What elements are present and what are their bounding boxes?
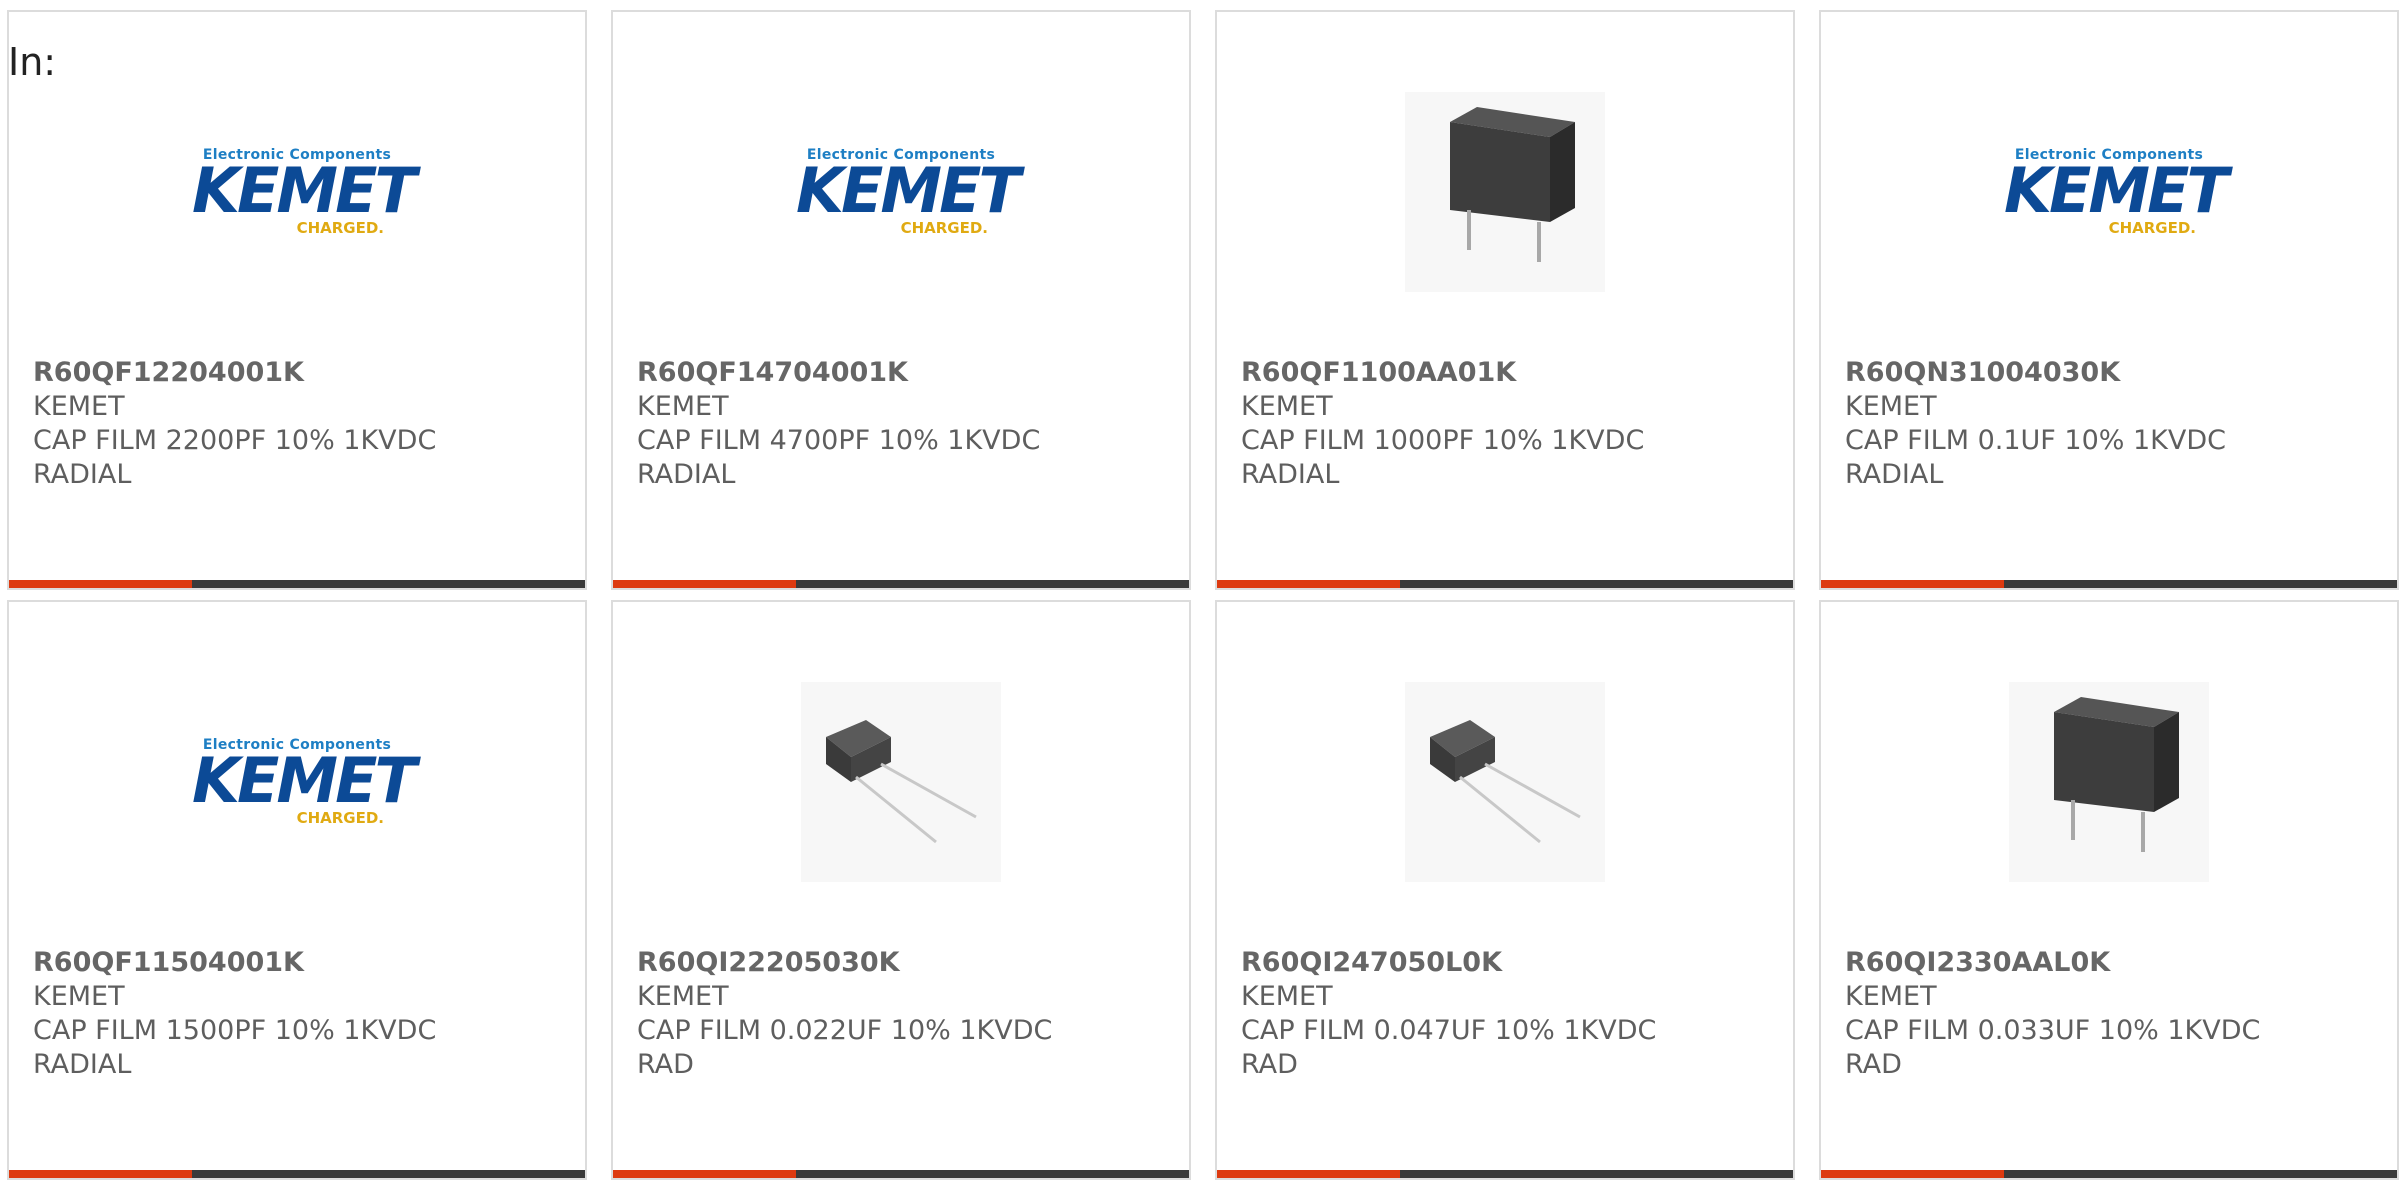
manufacturer: KEMET	[1241, 981, 1333, 1012]
description-cont: RAD	[637, 1049, 694, 1080]
product-image	[613, 672, 1189, 892]
description-cont: RADIAL	[33, 1049, 132, 1080]
product-image: Electronic Components KEMET CHARGED.	[9, 672, 585, 892]
card-footer-bar	[1217, 580, 1793, 588]
card-footer-bar	[613, 580, 1189, 588]
product-image: Electronic Components KEMET CHARGED.	[613, 82, 1189, 302]
manufacturer: KEMET	[33, 981, 125, 1012]
description: CAP FILM 0.033UF 10% 1KVDC	[1845, 1015, 2261, 1046]
manufacturer: KEMET	[637, 981, 729, 1012]
description: CAP FILM 0.1UF 10% 1KVDC	[1845, 425, 2227, 456]
description-cont: RAD	[1845, 1049, 1902, 1080]
product-card[interactable]: R60QI2330AAL0K KEMET CAP FILM 0.033UF 10…	[1819, 600, 2399, 1180]
part-number[interactable]: R60QI2330AAL0K	[1845, 946, 2377, 980]
product-card[interactable]: Electronic Components KEMET CHARGED. R60…	[1819, 10, 2399, 590]
description-cont: RAD	[1241, 1049, 1298, 1080]
card-footer-bar	[1821, 580, 2397, 588]
part-number[interactable]: R60QF14704001K	[637, 356, 1169, 390]
card-footer-bar	[1217, 1170, 1793, 1178]
card-footer-bar	[9, 1170, 585, 1178]
manufacturer: KEMET	[1241, 391, 1333, 422]
description: CAP FILM 1500PF 10% 1KVDC	[33, 1015, 437, 1046]
manufacturer: KEMET	[33, 391, 125, 422]
card-footer-bar	[1821, 1170, 2397, 1178]
description-cont: RADIAL	[637, 459, 736, 490]
description-cont: RADIAL	[33, 459, 132, 490]
product-card[interactable]: R60QI22205030K KEMET CAP FILM 0.022UF 10…	[611, 600, 1191, 1180]
description-cont: RADIAL	[1845, 459, 1944, 490]
product-image: Electronic Components KEMET CHARGED.	[9, 82, 585, 302]
description: CAP FILM 4700PF 10% 1KVDC	[637, 425, 1041, 456]
upright-capacitor-image	[1405, 92, 1605, 292]
description: CAP FILM 0.047UF 10% 1KVDC	[1241, 1015, 1657, 1046]
description: CAP FILM 1000PF 10% 1KVDC	[1241, 425, 1645, 456]
product-image	[1821, 672, 2397, 892]
product-card[interactable]: Electronic Components KEMET CHARGED. R60…	[611, 10, 1191, 590]
kemet-logo: Electronic Components KEMET CHARGED.	[796, 147, 1021, 237]
product-card[interactable]: Electronic Components KEMET CHARGED. R60…	[7, 600, 587, 1180]
product-card[interactable]: Electronic Components KEMET CHARGED. R60…	[7, 10, 587, 590]
tilted-capacitor-image	[801, 682, 1001, 882]
kemet-logo: Electronic Components KEMET CHARGED.	[192, 147, 417, 237]
card-footer-bar	[9, 580, 585, 588]
kemet-logo: Electronic Components KEMET CHARGED.	[192, 737, 417, 827]
part-number[interactable]: R60QF11504001K	[33, 946, 565, 980]
page-heading: In:	[8, 40, 57, 84]
description-cont: RADIAL	[1241, 459, 1340, 490]
manufacturer: KEMET	[637, 391, 729, 422]
product-image	[1217, 672, 1793, 892]
part-number[interactable]: R60QI247050L0K	[1241, 946, 1773, 980]
part-number[interactable]: R60QI22205030K	[637, 946, 1169, 980]
kemet-logo: Electronic Components KEMET CHARGED.	[2004, 147, 2229, 237]
part-number[interactable]: R60QF1100AA01K	[1241, 356, 1773, 390]
product-image	[1217, 82, 1793, 302]
manufacturer: KEMET	[1845, 391, 1937, 422]
part-number[interactable]: R60QF12204001K	[33, 356, 565, 390]
description: CAP FILM 2200PF 10% 1KVDC	[33, 425, 437, 456]
product-image: Electronic Components KEMET CHARGED.	[1821, 82, 2397, 302]
card-footer-bar	[613, 1170, 1189, 1178]
upright-capacitor-image	[2009, 682, 2209, 882]
description: CAP FILM 0.022UF 10% 1KVDC	[637, 1015, 1053, 1046]
part-number[interactable]: R60QN31004030K	[1845, 356, 2377, 390]
product-card[interactable]: R60QI247050L0K KEMET CAP FILM 0.047UF 10…	[1215, 600, 1795, 1180]
manufacturer: KEMET	[1845, 981, 1937, 1012]
tilted-capacitor-image	[1405, 682, 1605, 882]
product-card[interactable]: R60QF1100AA01K KEMET CAP FILM 1000PF 10%…	[1215, 10, 1795, 590]
